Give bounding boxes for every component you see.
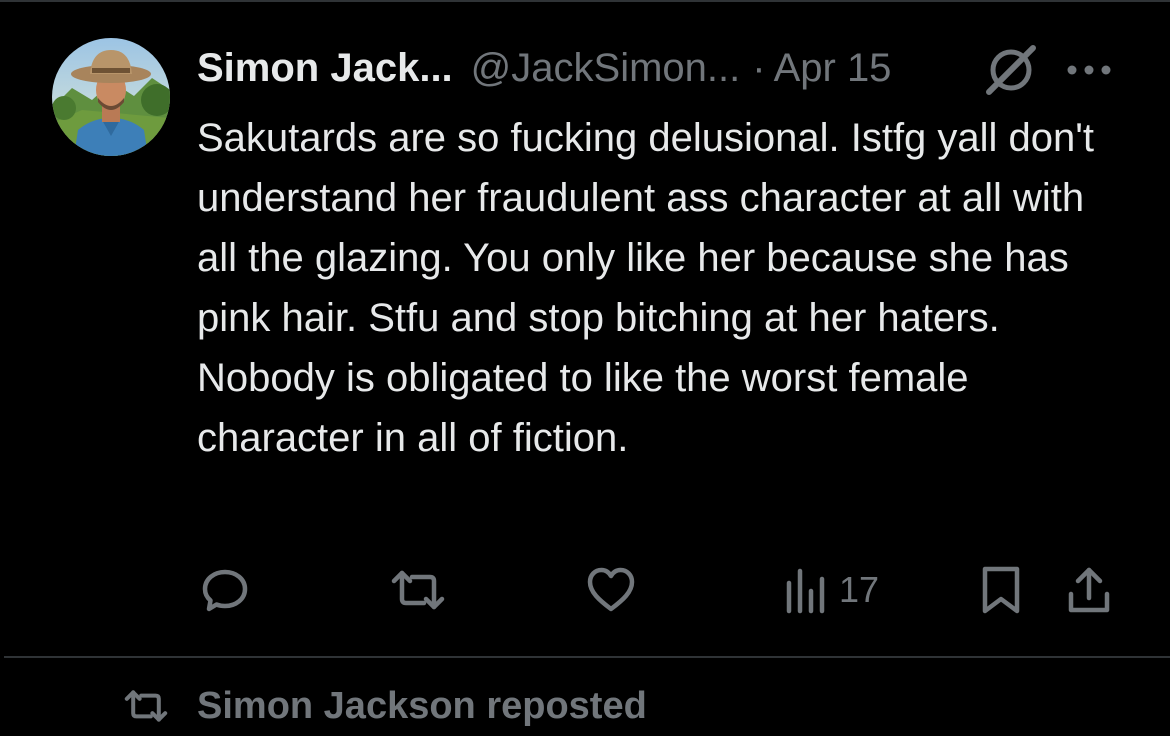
separator-dot: · <box>752 46 766 90</box>
share-button[interactable] <box>1066 560 1112 620</box>
avatar[interactable] <box>52 38 170 156</box>
more-icon[interactable] <box>1066 58 1112 82</box>
tweet-actions: 17 <box>0 560 1170 620</box>
reply-icon <box>202 569 248 612</box>
grok-icon[interactable] <box>983 45 1039 95</box>
user-handle[interactable]: @JackSimon... <box>471 42 741 94</box>
avatar-image <box>52 38 170 156</box>
tweet-header: Simon Jack... @JackSimon... · Apr 15 <box>197 42 891 94</box>
repost-button[interactable] <box>390 560 446 620</box>
tweet-divider <box>4 656 1170 658</box>
tweet-text: Sakutards are so fucking delusional. Ist… <box>197 116 1095 460</box>
bookmark-button[interactable] <box>980 560 1022 620</box>
views-icon <box>786 568 825 614</box>
bookmark-icon <box>982 566 1020 614</box>
like-button[interactable] <box>585 560 637 620</box>
share-icon <box>1068 567 1110 613</box>
reply-button[interactable] <box>200 560 250 620</box>
repost-icon <box>120 686 172 726</box>
tweet-date[interactable]: Apr 15 <box>774 42 892 94</box>
tweet[interactable]: Simon Jack... @JackSimon... · Apr 15 Sak… <box>0 0 1170 656</box>
display-name[interactable]: Simon Jack... <box>197 42 453 94</box>
repost-context[interactable]: Simon Jackson reposted <box>0 678 1170 734</box>
like-icon <box>587 567 635 612</box>
repost-icon <box>391 570 445 610</box>
repost-label[interactable]: Simon Jackson reposted <box>197 678 647 734</box>
views-count: 17 <box>839 569 880 610</box>
views-button[interactable]: 17 <box>783 560 879 620</box>
